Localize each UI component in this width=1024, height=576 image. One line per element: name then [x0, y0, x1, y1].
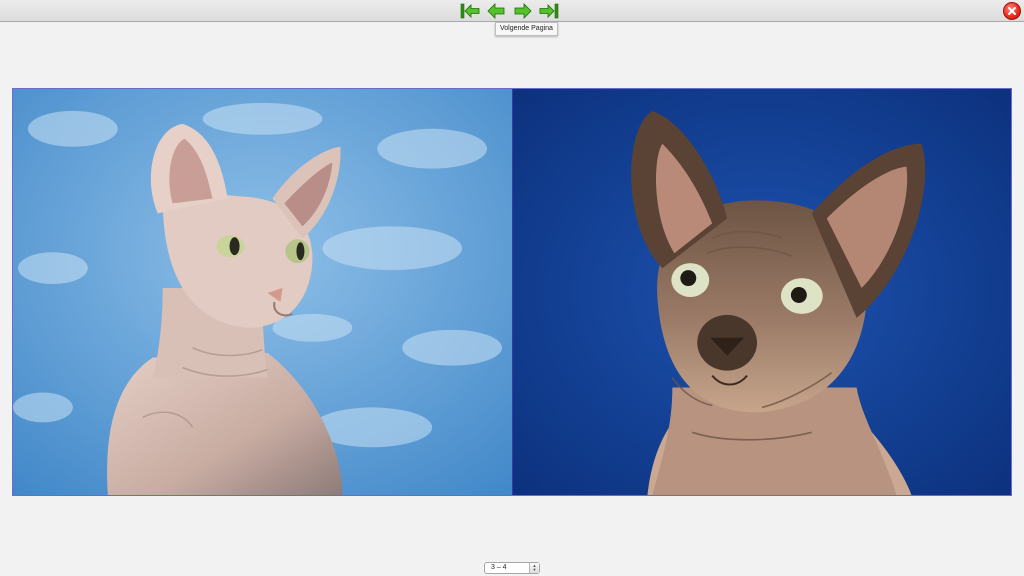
page-selector-value: 3 – 4 — [491, 564, 507, 571]
first-page-icon — [460, 3, 480, 18]
close-button[interactable] — [1003, 2, 1021, 20]
page-selector[interactable]: 3 – 4 ▲ ▼ — [484, 562, 540, 574]
next-page-tooltip: Volgende Pagina — [495, 22, 558, 36]
next-page-button[interactable] — [513, 1, 533, 20]
last-page-icon — [539, 3, 559, 18]
last-page-button[interactable] — [539, 1, 559, 20]
arrow-left-icon — [487, 2, 505, 19]
right-page-image — [512, 89, 1011, 495]
arrow-right-icon — [514, 2, 532, 19]
stepper-arrows-icon[interactable]: ▲ ▼ — [529, 563, 539, 573]
first-page-button[interactable] — [460, 1, 480, 20]
close-icon — [1008, 7, 1016, 15]
previous-page-button[interactable] — [486, 1, 506, 20]
toolbar — [0, 0, 1024, 22]
sphynx-cat-photo-right — [513, 89, 1011, 495]
page-spread — [12, 88, 1012, 496]
sphynx-cat-photo-left — [13, 89, 512, 495]
left-page-image — [13, 89, 512, 495]
